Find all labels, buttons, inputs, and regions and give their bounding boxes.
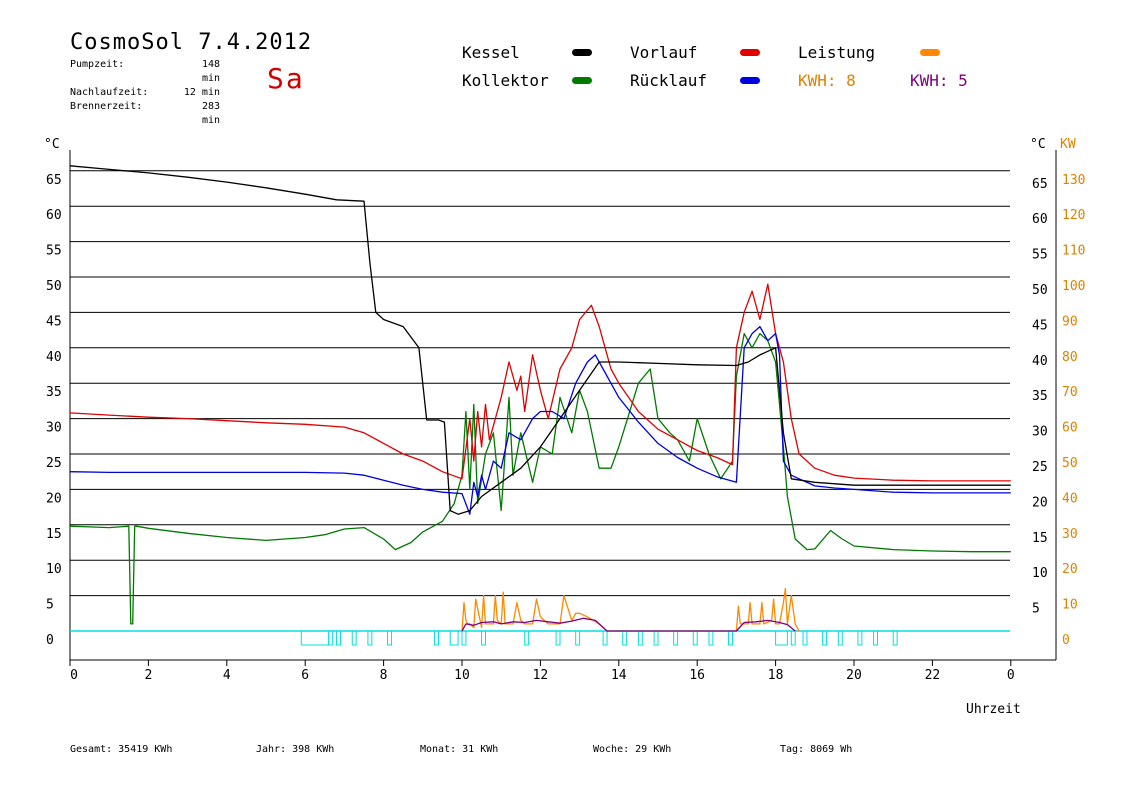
y-tick-label-left: 65 (46, 173, 62, 188)
pump-interval (802, 630, 808, 646)
y-tick-label-left: 40 (46, 350, 62, 365)
temperature-chart: 0 2 4 6 8 10 12 14 16 18 20 22 0 °C 0 5 10 15 20 25 30 35 40 45… (44, 137, 1085, 683)
pump-interval (575, 630, 581, 646)
y-tick-label-left: 5 (46, 598, 54, 613)
y-tick-label-left: 20 (46, 491, 62, 506)
pump-interval (622, 630, 628, 646)
pump-interval (692, 630, 698, 646)
y-tick-label-right-kw: 70 (1062, 385, 1078, 400)
x-tick-label: 18 (768, 668, 784, 683)
pump-interval (351, 630, 357, 646)
y-tick-label-right-kw: 80 (1062, 350, 1078, 365)
y-tick-label-left: 10 (46, 562, 62, 577)
pump-interval (602, 630, 608, 646)
y-tick-label-right-kw: 20 (1062, 562, 1078, 577)
y-tick-label-right-c: 30 (1032, 425, 1048, 440)
y-tick-label-right-c: 35 (1032, 389, 1048, 404)
y-tick-label-right-c: 55 (1032, 248, 1048, 263)
footer-tag: Tag: 8069 Wh (780, 744, 853, 755)
pump-interval (775, 630, 788, 646)
pump-interval (637, 630, 643, 646)
footer-gesamt: Gesamt: 35419 KWh (70, 744, 173, 755)
x-tick-label: 8 (380, 668, 388, 683)
y-tick-label-left: 55 (46, 244, 62, 259)
y-tick-label-right-kw: 30 (1062, 527, 1078, 542)
x-tick-label: 0 (70, 668, 78, 683)
y-tick-label-right-c: 25 (1032, 460, 1048, 475)
y-tick-label-left: 50 (46, 279, 62, 294)
y-tick-label-right-kw: 90 (1062, 314, 1078, 329)
x-tick-label: 0 (1007, 668, 1015, 683)
pump-interval (653, 630, 659, 646)
footer-jahr: Jahr: 398 KWh (256, 744, 335, 755)
y-tick-label-left: 45 (46, 314, 62, 329)
pump-interval (837, 630, 843, 646)
y-tick-label-right-kw: 120 (1062, 208, 1085, 223)
y-tick-label-right-c: 45 (1032, 318, 1048, 333)
x-tick-label: 16 (689, 668, 705, 683)
x-tick-label: 10 (454, 668, 470, 683)
pump-interval (892, 630, 898, 646)
pump-interval (336, 630, 341, 646)
pump-interval (387, 630, 392, 646)
y-tick-label-right-kw: 110 (1062, 244, 1085, 259)
footer-woche: Woche: 29 KWh (593, 744, 672, 755)
y-tick-label-left: 35 (46, 385, 62, 400)
pump-interval (328, 630, 334, 646)
series-line-kessel (69, 165, 1011, 515)
pump-interval (449, 630, 459, 646)
pump-interval (367, 630, 373, 646)
pump-interval (434, 630, 439, 646)
y-tick-label-right-kw: 60 (1062, 421, 1078, 436)
y-tick-label-right-c: 50 (1032, 283, 1048, 298)
y-tick-label-left: 15 (46, 527, 62, 542)
footer-monat: Monat: 31 KWh (420, 744, 499, 755)
y-tick-label-right-c: 65 (1032, 177, 1048, 192)
y-tick-label-right-kw: 10 (1062, 598, 1078, 613)
y-axis-unit-right-c: °C (1030, 137, 1046, 152)
pump-interval (790, 630, 796, 646)
pump-interval (300, 630, 330, 646)
y-tick-label-right-c: 15 (1032, 531, 1048, 546)
x-axis-label: Uhrzeit (966, 702, 1021, 717)
series-line-kwh2 (461, 617, 796, 632)
y-tick-label-right-c: 60 (1032, 212, 1048, 227)
y-tick-label-right-c: 40 (1032, 354, 1048, 369)
series-line-vorlauf (69, 283, 1011, 482)
pump-interval (461, 630, 467, 646)
y-tick-label-right-kw: 100 (1062, 279, 1085, 294)
y-tick-label-right-kw: 50 (1062, 456, 1078, 471)
y-tick-label-left: 60 (46, 208, 62, 223)
pump-interval (728, 630, 733, 646)
pump-interval (481, 630, 487, 646)
pump-interval (822, 630, 828, 646)
x-tick-label: 4 (223, 668, 231, 683)
x-tick-label: 12 (533, 668, 549, 683)
y-tick-label-left: 30 (46, 421, 62, 436)
x-tick-label: 22 (925, 668, 941, 683)
pump-interval (555, 630, 561, 646)
y-axis-unit-left: °C (44, 137, 60, 152)
y-tick-label-right-c: 20 (1032, 495, 1048, 510)
pump-interval (857, 630, 863, 646)
pump-interval (524, 630, 530, 646)
x-tick-label: 20 (846, 668, 862, 683)
y-tick-label-right-c: 5 (1032, 602, 1040, 617)
y-axis-unit-right-kw: KW (1060, 137, 1076, 152)
pump-interval (873, 630, 879, 646)
pump-interval (673, 630, 679, 646)
pump-interval (708, 630, 714, 646)
x-tick-label: 14 (611, 668, 627, 683)
y-tick-label-right-c: 10 (1032, 566, 1048, 581)
x-tick-label: 6 (301, 668, 309, 683)
series-line-leistung (461, 587, 800, 632)
y-tick-label-right-kw: 40 (1062, 491, 1078, 506)
x-tick-label: 2 (144, 668, 152, 683)
y-tick-label-left: 25 (46, 456, 62, 471)
y-tick-label-left: 0 (46, 633, 54, 648)
y-tick-label-right-kw: 0 (1062, 633, 1070, 648)
y-tick-label-right-kw: 130 (1062, 173, 1085, 188)
